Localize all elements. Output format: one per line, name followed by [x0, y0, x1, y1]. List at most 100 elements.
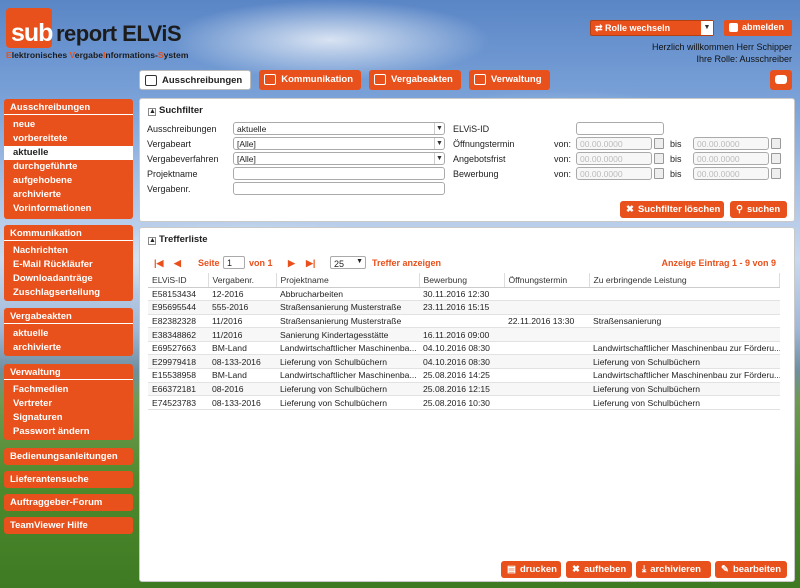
cell-projektname: Straßensanierung Musterstraße [280, 315, 402, 326]
vergabeverfahren-select[interactable]: [Alle] ▼ [233, 152, 445, 165]
cell-oeffnungstermin [504, 341, 589, 355]
prev-page-icon[interactable]: ◀ [174, 258, 181, 269]
sidebar-heading-kommunikation[interactable]: Kommunikation [4, 225, 133, 241]
sidebar-item-email-ruecklaeufer[interactable]: E-Mail Rückläufer [4, 258, 133, 272]
table-row[interactable]: E74523783 08-133-2016 Lieferung von Schulb… [148, 396, 780, 410]
table-row[interactable]: E69527663 BM-Land Landwirtschaftlicher Mas… [148, 341, 780, 355]
column-oeffnungstermin[interactable]: Öffnungstermin [504, 273, 590, 288]
calendar-icon[interactable] [771, 168, 781, 179]
cell-oeffnungstermin: 22.11.2016 13:30 [508, 315, 575, 326]
sidebar-link-lieferantensuche[interactable]: Lieferantensuche [4, 471, 133, 488]
sidebar-item-vertreter[interactable]: Vertreter [4, 397, 133, 411]
calendar-icon[interactable] [654, 168, 664, 179]
sidebar-item-vorbereitete[interactable]: vorbereitete [4, 132, 133, 146]
column-leistung[interactable]: Zu erbringende Leistung [589, 273, 780, 288]
last-page-icon[interactable]: ▶| [306, 258, 315, 269]
projektname-input[interactable] [233, 167, 445, 180]
sidebar-item-zuschlagserteilung[interactable]: Zuschlagserteilung [4, 286, 133, 300]
calendar-icon[interactable] [654, 153, 664, 164]
clear-filter-button[interactable]: ✖ Suchfilter löschen [620, 201, 724, 218]
calendar-icon[interactable] [771, 138, 781, 149]
chat-icon[interactable] [770, 70, 792, 90]
ausschreibungen-select[interactable]: aktuelle ▼ [233, 122, 445, 135]
welcome-text: Herzlich willkommen Herr Schipper Ihre Ro… [652, 41, 792, 65]
role-select[interactable]: ⇄ Rolle wechseln ▼ [590, 20, 714, 36]
chevron-down-icon: ▼ [701, 21, 713, 35]
oeffnungstermin-bis-input[interactable]: 00.00.0000 [693, 137, 769, 150]
results-table: ELViS-ID Vergabenr. Projektname Bewerbun… [148, 273, 780, 410]
vergabenr-input[interactable] [233, 182, 445, 195]
sidebar-link-auftraggeber-forum[interactable]: Auftraggeber-Forum [4, 494, 133, 511]
sidebar-item-signaturen[interactable]: Signaturen [4, 411, 133, 425]
sidebar-item-durchgefuehrte[interactable]: durchgeführte [4, 160, 133, 174]
table-row[interactable]: E95695544 555-2016 Straßensanierung Muster… [148, 300, 780, 315]
cell-leistung: Lieferung von Schulbüchern [593, 356, 701, 367]
sidebar-item-aufgehobene[interactable]: aufgehobene [4, 174, 133, 188]
oeffnungstermin-von-input[interactable]: 00.00.0000 [576, 137, 652, 150]
sidebar-item-downloadantraege[interactable]: Downloadanträge [4, 272, 133, 286]
sidebar-item-akten-archivierte[interactable]: archivierte [4, 341, 133, 355]
column-vergabenr[interactable]: Vergabenr. [208, 273, 277, 288]
cell-oeffnungstermin [504, 301, 589, 315]
cancel-tender-button[interactable]: ✖ aufheben [566, 561, 632, 578]
sidebar-heading-ausschreibungen[interactable]: Ausschreibungen [4, 99, 133, 115]
sidebar-heading-verwaltung[interactable]: Verwaltung [4, 364, 133, 380]
column-bewerbung[interactable]: Bewerbung [419, 273, 505, 288]
elvis-id-input[interactable] [576, 122, 664, 135]
table-row[interactable]: E29979418 08-133-2016 Lieferung von Schulb… [148, 354, 780, 369]
sidebar-item-passwort[interactable]: Passwort ändern [4, 425, 133, 439]
search-filter-title[interactable]: ▲ Suchfilter [148, 105, 203, 116]
logo-sub: sub [11, 19, 53, 47]
archive-button[interactable]: ⤓ archivieren [636, 561, 711, 578]
sidebar-item-neue[interactable]: neue [4, 118, 133, 132]
cell-vergabenr: 12-2016 [212, 288, 244, 299]
cell-oeffnungstermin [504, 382, 589, 396]
tab-verwaltung[interactable]: Verwaltung [468, 70, 550, 90]
sidebar-link-teamviewer[interactable]: TeamViewer Hilfe [4, 517, 133, 534]
tab-kommunikation[interactable]: Kommunikation [259, 70, 362, 90]
cell-leistung [589, 301, 780, 315]
table-row[interactable]: E15538958 BM-Land Landwirtschaftlicher Mas… [148, 369, 780, 383]
sidebar-item-nachrichten[interactable]: Nachrichten [4, 244, 133, 258]
calendar-icon[interactable] [654, 138, 664, 149]
close-icon: ✖ [572, 564, 580, 575]
bewerbung-von-input[interactable]: 00.00.0000 [576, 167, 652, 180]
label-vergabeverfahren: Vergabeverfahren [147, 154, 219, 164]
table-row[interactable]: E58153434 12-2016 Abbrucharbeiten 30.11.201… [148, 287, 780, 301]
bewerbung-bis-input[interactable]: 00.00.0000 [693, 167, 769, 180]
calendar-icon[interactable] [771, 153, 781, 164]
page-input[interactable]: 1 [223, 256, 245, 269]
table-row[interactable]: E66372181 08-2016 Lieferung von Schulbüche… [148, 382, 780, 396]
close-icon: ✖ [626, 204, 634, 215]
search-icon: ⚲ [736, 204, 743, 215]
search-button[interactable]: ⚲ suchen [730, 201, 787, 218]
tab-ausschreibungen[interactable]: Ausschreibungen [139, 70, 252, 90]
angebotsfrist-von-input[interactable]: 00.00.0000 [576, 152, 652, 165]
sidebar-item-akten-aktuelle[interactable]: aktuelle [4, 327, 133, 341]
results-title[interactable]: ▲ Trefferliste [148, 234, 208, 245]
cell-leistung: Landwirtschaftlicher Maschinenbau zur Fö… [593, 343, 780, 354]
logout-button[interactable]: abmelden [724, 20, 792, 36]
per-page-select[interactable]: 25 ▼ [330, 256, 366, 269]
next-page-icon[interactable]: ▶ [288, 258, 295, 269]
cell-elvis-id: E69527663 [152, 343, 196, 354]
sidebar-item-vorinformationen[interactable]: Vorinformationen [4, 202, 133, 216]
search-filter-panel: ▲ Suchfilter Ausschreibungen aktuelle ▼ Ve… [139, 98, 795, 222]
sidebar-link-bedienungsanleitungen[interactable]: Bedienungsanleitungen [4, 448, 133, 465]
cell-oeffnungstermin [504, 355, 589, 369]
sidebar-item-aktuelle[interactable]: aktuelle [4, 146, 133, 160]
vergabeart-select[interactable]: [Alle] ▼ [233, 137, 445, 150]
sidebar-heading-vergabeakten[interactable]: Vergabeakten [4, 308, 133, 324]
table-row[interactable]: E38348862 11/2016 Sanierung Kindertagesstä… [148, 327, 780, 342]
sidebar-item-fachmedien[interactable]: Fachmedien [4, 383, 133, 397]
first-page-icon[interactable]: |◀ [154, 258, 163, 269]
tab-vergabeakten[interactable]: Vergabeakten [369, 70, 461, 90]
column-elvis-id[interactable]: ELViS-ID [148, 273, 209, 288]
edit-button[interactable]: ✎ bearbeiten [715, 561, 787, 578]
print-button[interactable]: ▤ drucken [501, 561, 561, 578]
table-row[interactable]: E82382328 11/2016 Straßensanierung Musters… [148, 314, 780, 328]
cell-bewerbung: 30.11.2016 12:30 [423, 288, 490, 299]
column-projektname[interactable]: Projektname [276, 273, 420, 288]
sidebar-item-archivierte[interactable]: archivierte [4, 188, 133, 202]
angebotsfrist-bis-input[interactable]: 00.00.0000 [693, 152, 769, 165]
